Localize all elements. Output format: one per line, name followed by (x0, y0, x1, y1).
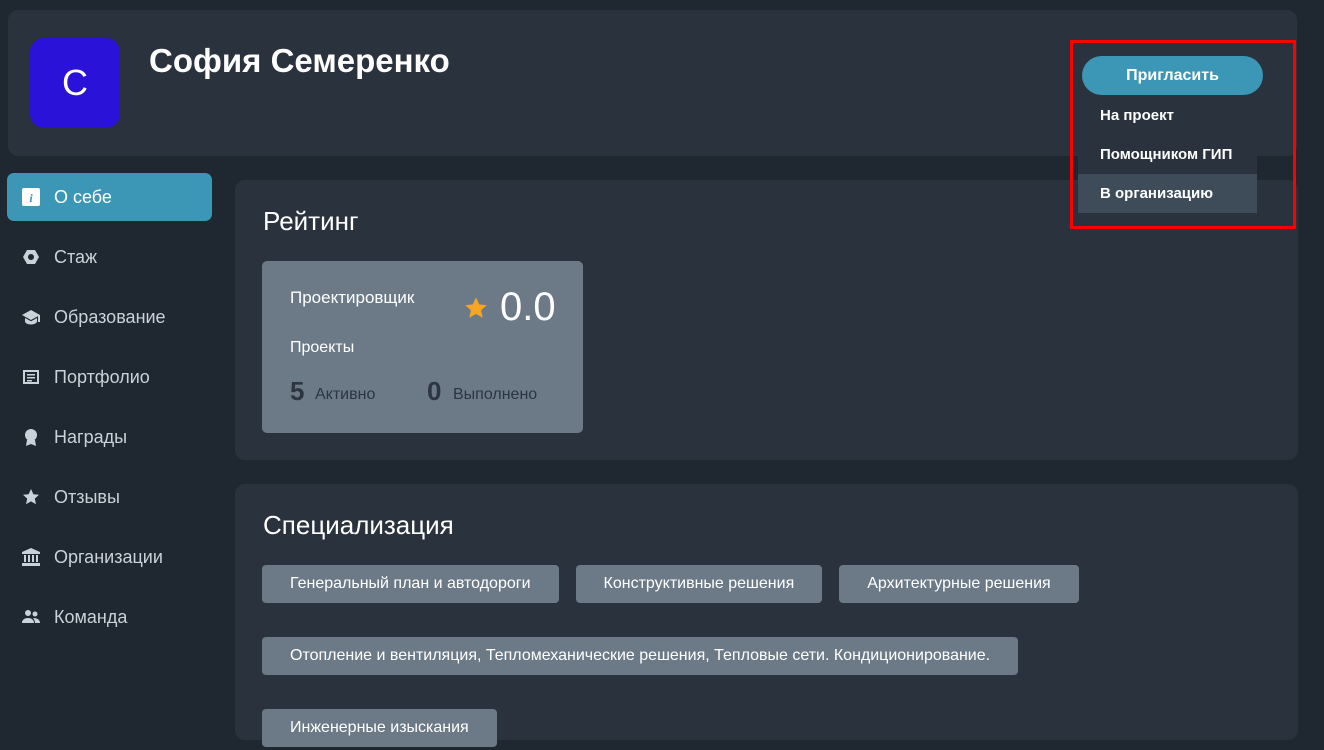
specialization-title: Специализация (263, 510, 454, 540)
sidebar-nav: i О себе Стаж Образование Портфолио Нагр… (7, 173, 212, 653)
sidebar-item-education[interactable]: Образование (7, 293, 212, 341)
sidebar-item-label: Отзывы (54, 486, 120, 507)
projects-label: Проекты (290, 339, 355, 356)
sidebar-item-label: Образование (54, 306, 166, 327)
avatar: С (30, 38, 120, 128)
specialization-tags: Генеральный план и автодороги Конструкти… (262, 565, 1272, 747)
active-label: Активно (315, 386, 376, 403)
people-icon (21, 607, 41, 627)
sidebar-item-portfolio[interactable]: Портфолио (7, 353, 212, 401)
star-icon (465, 297, 487, 318)
star-icon (21, 487, 41, 507)
rating-title: Рейтинг (263, 206, 359, 236)
done-label: Выполнено (453, 386, 538, 403)
specialization-tag[interactable]: Генеральный план и автодороги (262, 565, 559, 603)
sidebar-item-reviews[interactable]: Отзывы (7, 473, 212, 521)
sidebar-item-label: О себе (54, 186, 112, 207)
sidebar-item-label: Стаж (54, 246, 98, 267)
sidebar-item-awards[interactable]: Награды (7, 413, 212, 461)
hexagon-icon (21, 247, 41, 267)
specialization-tag[interactable]: Отопление и вентиляция, Тепломеханически… (262, 637, 1019, 675)
rating-score: 0.0 (500, 285, 556, 329)
sidebar-item-about[interactable]: i О себе (7, 173, 212, 221)
sidebar-item-label: Команда (54, 606, 128, 627)
sidebar-item-label: Организации (54, 546, 163, 567)
award-icon (21, 427, 41, 447)
sidebar-item-label: Награды (54, 426, 128, 447)
specialization-tag[interactable]: Инженерные изыскания (262, 709, 497, 747)
done-count: 0 (427, 376, 442, 406)
sidebar-item-organizations[interactable]: Организации (7, 533, 212, 581)
specialization-card: Специализация Генеральный план и автодор… (235, 484, 1298, 747)
info-icon: i (21, 187, 41, 207)
role-label: Проектировщик (290, 288, 415, 307)
specialization-tag[interactable]: Конструктивные решения (575, 565, 823, 603)
graduation-cap-icon (21, 307, 41, 327)
institution-icon (21, 547, 41, 567)
sidebar-item-label: Портфолио (54, 366, 150, 387)
sidebar-item-team[interactable]: Команда (7, 593, 212, 641)
sidebar-item-experience[interactable]: Стаж (7, 233, 212, 281)
specialization-tag[interactable]: Архитектурные решения (839, 565, 1079, 603)
active-count: 5 (290, 376, 305, 406)
profile-name: София Семеренко (149, 42, 450, 79)
document-icon (21, 367, 41, 387)
highlight-box (1070, 40, 1296, 229)
rating-box: Проектировщик 0.0 Проекты 5 Активно 0 Вы… (262, 261, 583, 433)
